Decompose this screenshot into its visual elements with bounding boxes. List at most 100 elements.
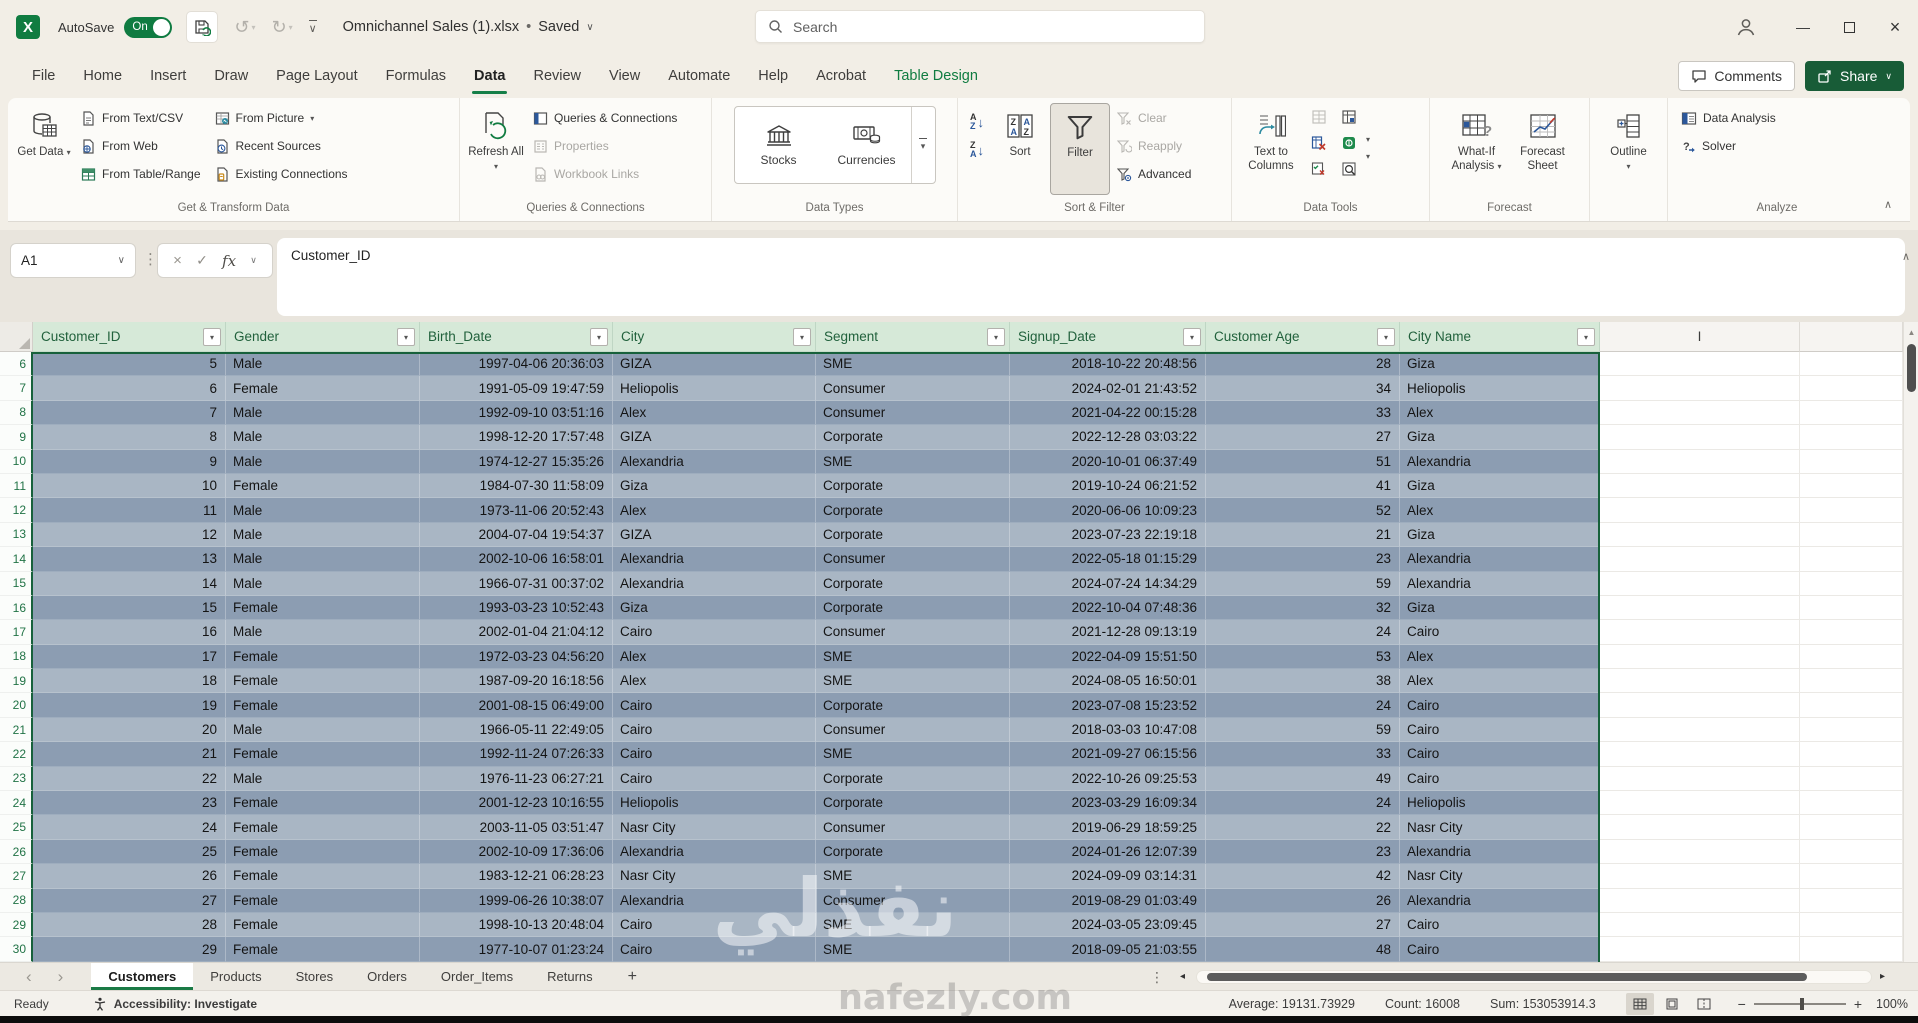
cell[interactable]: 6 — [33, 376, 226, 400]
menu-tab-page-layout[interactable]: Page Layout — [262, 54, 371, 98]
page-break-view-button[interactable] — [1690, 993, 1718, 1015]
select-all-corner[interactable] — [0, 322, 33, 352]
menu-tab-view[interactable]: View — [595, 54, 654, 98]
cell[interactable]: SME — [816, 913, 1010, 937]
cell-empty[interactable] — [1800, 864, 1903, 888]
menu-tab-file[interactable]: File — [18, 54, 69, 98]
reapply-filter-button[interactable]: Reapply — [1112, 133, 1196, 159]
cell[interactable]: Alex — [613, 401, 816, 425]
from-text-csv-button[interactable]: From Text/CSV — [76, 105, 206, 131]
zoom-in-button[interactable]: + — [1854, 996, 1862, 1012]
existing-connections-button[interactable]: Existing Connections — [210, 161, 353, 187]
cell[interactable]: 22 — [33, 767, 226, 791]
row-header[interactable]: 22 — [0, 742, 33, 766]
count-stat[interactable]: Count: 16008 — [1385, 997, 1460, 1011]
add-sheet-button[interactable]: + — [610, 963, 655, 990]
cell[interactable]: Female — [226, 791, 420, 815]
flash-fill-button[interactable] — [1306, 105, 1332, 129]
cell-empty[interactable] — [1600, 840, 1800, 864]
what-if-analysis-button[interactable]: ? What-If Analysis ▾ — [1444, 103, 1510, 195]
currencies-button[interactable]: Currencies — [823, 107, 911, 183]
row-header[interactable]: 19 — [0, 669, 33, 693]
cell-empty[interactable] — [1800, 742, 1903, 766]
cell[interactable]: 1984-07-30 11:58:09 — [420, 474, 613, 498]
sum-stat[interactable]: Sum: 153053914.3 — [1490, 997, 1596, 1011]
scroll-left-icon[interactable]: ◂ — [1180, 971, 1185, 982]
properties-button[interactable]: Properties — [528, 133, 682, 159]
customize-quick-access-button[interactable]: ∨ — [309, 20, 317, 35]
cell-empty[interactable] — [1800, 718, 1903, 742]
cell[interactable]: 2024-09-09 03:14:31 — [1010, 864, 1206, 888]
cell[interactable]: Alexandria — [613, 450, 816, 474]
cell[interactable]: Female — [226, 913, 420, 937]
cell-empty[interactable] — [1800, 767, 1903, 791]
sheet-tab-products[interactable]: Products — [193, 963, 278, 990]
cell[interactable]: Cairo — [613, 913, 816, 937]
zoom-slider[interactable] — [1754, 1003, 1846, 1005]
cell[interactable]: 2019-10-24 06:21:52 — [1010, 474, 1206, 498]
menu-tab-formulas[interactable]: Formulas — [372, 54, 460, 98]
filter-dropdown-icon[interactable]: ▾ — [203, 328, 221, 346]
row-header[interactable]: 12 — [0, 498, 33, 522]
share-button[interactable]: Share ∨ — [1805, 61, 1904, 91]
menu-tab-insert[interactable]: Insert — [136, 54, 200, 98]
sheet-tab-orders[interactable]: Orders — [350, 963, 424, 990]
sheet-tab-customers[interactable]: Customers — [91, 963, 193, 990]
cell[interactable]: 21 — [1206, 523, 1400, 547]
minimize-button[interactable]: — — [1780, 0, 1826, 54]
remove-duplicates-button[interactable] — [1306, 131, 1332, 155]
cell[interactable]: Male — [226, 620, 420, 644]
cell[interactable]: Male — [226, 450, 420, 474]
cell[interactable]: 1992-11-24 07:26:33 — [420, 742, 613, 766]
filter-dropdown-icon[interactable]: ▾ — [397, 328, 415, 346]
from-web-button[interactable]: From Web — [76, 133, 206, 159]
search-box[interactable] — [755, 10, 1205, 43]
prev-sheet-icon[interactable]: ‹ — [26, 967, 32, 987]
cell[interactable]: Female — [226, 889, 420, 913]
cell[interactable]: 2020-06-06 10:09:23 — [1010, 498, 1206, 522]
forecast-sheet-button[interactable]: Forecast Sheet — [1510, 103, 1576, 195]
cell[interactable]: 26 — [33, 864, 226, 888]
cell[interactable]: 27 — [1206, 913, 1400, 937]
cell[interactable]: 10 — [33, 474, 226, 498]
cell[interactable]: 2024-03-05 23:09:45 — [1010, 913, 1206, 937]
cell-empty[interactable] — [1800, 645, 1903, 669]
cell[interactable]: 13 — [33, 547, 226, 571]
cell[interactable]: Alexandria — [613, 572, 816, 596]
refresh-all-button[interactable]: Refresh All ▾ — [466, 103, 526, 195]
cell[interactable]: Cairo — [1400, 620, 1600, 644]
cell[interactable]: 2020-10-01 06:37:49 — [1010, 450, 1206, 474]
cell-empty[interactable] — [1800, 620, 1903, 644]
cell[interactable]: 2024-02-01 21:43:52 — [1010, 376, 1206, 400]
cell[interactable]: 22 — [1206, 815, 1400, 839]
cell[interactable]: Giza — [1400, 352, 1600, 376]
cell-empty[interactable] — [1800, 401, 1903, 425]
cell[interactable]: 51 — [1206, 450, 1400, 474]
cell-empty[interactable] — [1800, 693, 1903, 717]
cell[interactable]: Alex — [1400, 401, 1600, 425]
name-box-chevron-icon[interactable]: ∨ — [118, 255, 125, 266]
cell[interactable]: Female — [226, 937, 420, 961]
cell[interactable]: 2003-11-05 03:51:47 — [420, 815, 613, 839]
zoom-level[interactable]: 100% — [1876, 997, 1908, 1011]
cell[interactable]: Alexandria — [613, 547, 816, 571]
cell[interactable]: Corporate — [816, 523, 1010, 547]
cell[interactable]: Giza — [1400, 425, 1600, 449]
sort-z-to-a-button[interactable]: ZA↓ — [966, 137, 988, 163]
search-input[interactable] — [793, 19, 1204, 35]
cell[interactable]: 28 — [33, 913, 226, 937]
cell[interactable]: Alex — [613, 669, 816, 693]
cell-empty[interactable] — [1600, 450, 1800, 474]
workbook-links-button[interactable]: Workbook Links — [528, 161, 682, 187]
cell[interactable]: 24 — [33, 815, 226, 839]
save-button[interactable] — [186, 11, 218, 43]
outline-button[interactable]: Outline▾ — [1599, 103, 1659, 195]
cell[interactable]: 20 — [33, 718, 226, 742]
cell[interactable]: 2021-12-28 09:13:19 — [1010, 620, 1206, 644]
cell[interactable]: Consumer — [816, 815, 1010, 839]
cell-empty[interactable] — [1600, 669, 1800, 693]
cell[interactable]: 15 — [33, 596, 226, 620]
cell[interactable]: 18 — [33, 669, 226, 693]
cell[interactable]: 1974-12-27 15:35:26 — [420, 450, 613, 474]
name-box-splitter[interactable]: ⋮ — [143, 250, 158, 268]
